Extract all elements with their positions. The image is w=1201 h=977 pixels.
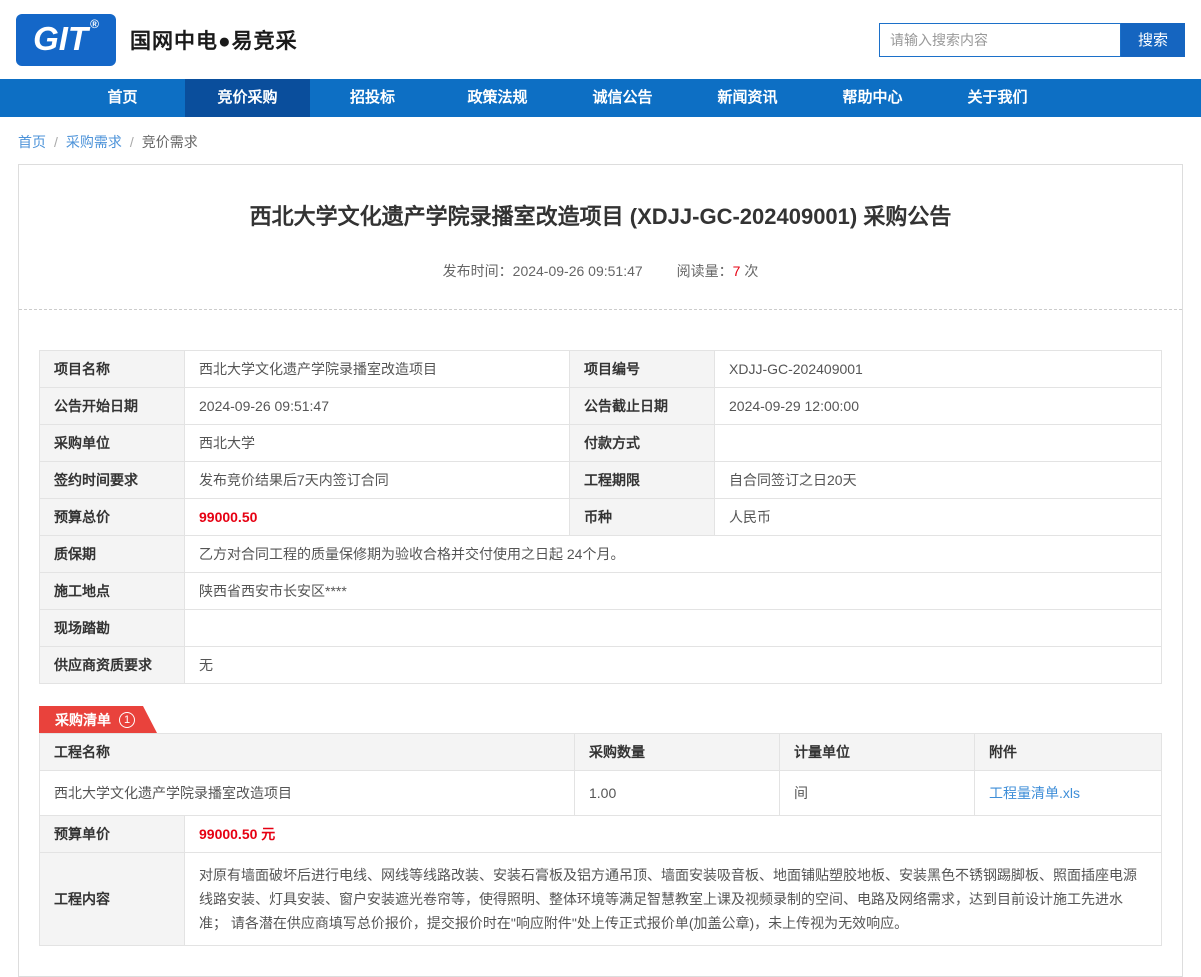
table-row: 施工地点 陕西省西安市长安区**** bbox=[40, 573, 1162, 610]
table-row: 签约时间要求 发布竞价结果后7天内签订合同 工程期限 自合同签订之日20天 bbox=[40, 462, 1162, 499]
table-row: 采购单位 西北大学 付款方式 bbox=[40, 425, 1162, 462]
field-label: 项目编号 bbox=[570, 351, 715, 388]
field-label: 质保期 bbox=[40, 536, 185, 573]
column-header-name: 工程名称 bbox=[40, 734, 575, 771]
work-content-value: 对原有墙面破坏后进行电线、网线等线路改装、安装石膏板及铝方通吊顶、墙面安装吸音板… bbox=[185, 853, 1162, 946]
main-nav: 首页 竞价采购 招投标 政策法规 诚信公告 新闻资讯 帮助中心 关于我们 bbox=[0, 79, 1201, 117]
table-row: 预算单价 99000.50 元 bbox=[40, 816, 1162, 853]
table-row: 预算总价 99000.50 币种 人民币 bbox=[40, 499, 1162, 536]
table-row: 公告开始日期 2024-09-26 09:51:47 公告截止日期 2024-0… bbox=[40, 388, 1162, 425]
read-count-unit: 次 bbox=[744, 263, 758, 279]
column-header-attachment: 附件 bbox=[975, 734, 1162, 771]
search-input[interactable] bbox=[879, 23, 1121, 57]
quantity-cell: 1.00 bbox=[575, 771, 780, 816]
field-value: 乙方对合同工程的质量保修期为验收合格并交付使用之日起 24个月。 bbox=[185, 536, 1162, 573]
project-name-cell: 西北大学文化遗产学院录播室改造项目 bbox=[40, 771, 575, 816]
table-row: 项目名称 西北大学文化遗产学院录播室改造项目 项目编号 XDJJ-GC-2024… bbox=[40, 351, 1162, 388]
field-value: 西北大学 bbox=[185, 425, 570, 462]
field-value: 陕西省西安市长安区**** bbox=[185, 573, 1162, 610]
breadcrumb-current: 竞价需求 bbox=[142, 134, 198, 150]
field-value bbox=[185, 610, 1162, 647]
field-value bbox=[715, 425, 1162, 462]
field-label: 公告开始日期 bbox=[40, 388, 185, 425]
field-value: 西北大学文化遗产学院录播室改造项目 bbox=[185, 351, 570, 388]
field-label: 施工地点 bbox=[40, 573, 185, 610]
table-header-row: 工程名称 采购数量 计量单位 附件 bbox=[40, 734, 1162, 771]
table-row: 西北大学文化遗产学院录播室改造项目 1.00 间 工程量清单.xls bbox=[40, 771, 1162, 816]
table-row: 质保期 乙方对合同工程的质量保修期为验收合格并交付使用之日起 24个月。 bbox=[40, 536, 1162, 573]
article-meta: 发布时间：2024-09-26 09:51:47 阅读量：7 次 bbox=[49, 261, 1152, 281]
field-label: 币种 bbox=[570, 499, 715, 536]
table-row: 工程内容 对原有墙面破坏后进行电线、网线等线路改装、安装石膏板及铝方通吊顶、墙面… bbox=[40, 853, 1162, 946]
nav-item-integrity-notice[interactable]: 诚信公告 bbox=[560, 79, 685, 117]
field-value: XDJJ-GC-202409001 bbox=[715, 351, 1162, 388]
announcement-panel: 西北大学文化遗产学院录播室改造项目 (XDJJ-GC-202409001) 采购… bbox=[18, 164, 1183, 977]
column-header-quantity: 采购数量 bbox=[575, 734, 780, 771]
work-content-label: 工程内容 bbox=[40, 853, 185, 946]
field-value: 2024-09-29 12:00:00 bbox=[715, 388, 1162, 425]
site-logo[interactable]: GIT® bbox=[16, 14, 116, 66]
breadcrumb: 首页 / 采购需求 / 竞价需求 bbox=[0, 117, 1201, 164]
nav-item-news[interactable]: 新闻资讯 bbox=[685, 79, 810, 117]
registered-mark-icon: ® bbox=[90, 14, 99, 34]
field-label: 项目名称 bbox=[40, 351, 185, 388]
field-label: 公告截止日期 bbox=[570, 388, 715, 425]
publish-time-value: 2024-09-26 09:51:47 bbox=[513, 263, 643, 279]
purchase-list-badge-label: 采购清单 bbox=[55, 710, 111, 730]
purchase-list-count-badge: 1 bbox=[119, 712, 135, 728]
search-bar: 搜索 bbox=[879, 23, 1185, 57]
attachment-link[interactable]: 工程量清单.xls bbox=[989, 785, 1080, 801]
page-title: 西北大学文化遗产学院录播室改造项目 (XDJJ-GC-202409001) 采购… bbox=[49, 199, 1152, 231]
column-header-unit: 计量单位 bbox=[780, 734, 975, 771]
nav-item-home[interactable]: 首页 bbox=[60, 79, 185, 117]
read-count-label: 阅读量： bbox=[677, 263, 733, 279]
unit-cell: 间 bbox=[780, 771, 975, 816]
purchase-list-badge: 采购清单 1 bbox=[39, 706, 157, 733]
nav-item-policies[interactable]: 政策法规 bbox=[435, 79, 560, 117]
page-header: GIT® 国网中电●易竞采 搜索 bbox=[0, 0, 1201, 79]
field-label: 供应商资质要求 bbox=[40, 647, 185, 684]
article-header: 西北大学文化遗产学院录播室改造项目 (XDJJ-GC-202409001) 采购… bbox=[19, 165, 1182, 310]
budget-unit-price-label: 预算单价 bbox=[40, 816, 185, 853]
purchase-list-table: 工程名称 采购数量 计量单位 附件 西北大学文化遗产学院录播室改造项目 1.00… bbox=[39, 733, 1162, 946]
nav-item-tendering[interactable]: 招投标 bbox=[310, 79, 435, 117]
field-value: 2024-09-26 09:51:47 bbox=[185, 388, 570, 425]
table-row: 供应商资质要求 无 bbox=[40, 647, 1162, 684]
breadcrumb-separator: / bbox=[54, 134, 58, 150]
budget-unit-price-value: 99000.50 元 bbox=[185, 816, 1162, 853]
breadcrumb-purchase-demand[interactable]: 采购需求 bbox=[66, 134, 122, 150]
field-label: 签约时间要求 bbox=[40, 462, 185, 499]
publish-time-label: 发布时间： bbox=[443, 263, 513, 279]
nav-item-help-center[interactable]: 帮助中心 bbox=[810, 79, 935, 117]
field-label: 工程期限 bbox=[570, 462, 715, 499]
nav-item-about-us[interactable]: 关于我们 bbox=[935, 79, 1060, 117]
field-label: 现场踏勘 bbox=[40, 610, 185, 647]
brand-title: 国网中电●易竞采 bbox=[130, 25, 298, 55]
field-label: 预算总价 bbox=[40, 499, 185, 536]
budget-total-value: 99000.50 bbox=[185, 499, 570, 536]
read-count-value: 7 bbox=[733, 263, 741, 279]
nav-item-bidding-purchase[interactable]: 竞价采购 bbox=[185, 79, 310, 117]
field-label: 付款方式 bbox=[570, 425, 715, 462]
table-row: 现场踏勘 bbox=[40, 610, 1162, 647]
field-value: 人民币 bbox=[715, 499, 1162, 536]
project-info-table: 项目名称 西北大学文化遗产学院录播室改造项目 项目编号 XDJJ-GC-2024… bbox=[39, 350, 1162, 684]
breadcrumb-home[interactable]: 首页 bbox=[18, 134, 46, 150]
field-value: 发布竞价结果后7天内签订合同 bbox=[185, 462, 570, 499]
field-value: 无 bbox=[185, 647, 1162, 684]
field-label: 采购单位 bbox=[40, 425, 185, 462]
logo-text: GIT bbox=[33, 14, 88, 64]
breadcrumb-separator: / bbox=[130, 134, 134, 150]
search-button[interactable]: 搜索 bbox=[1121, 23, 1185, 57]
field-value: 自合同签订之日20天 bbox=[715, 462, 1162, 499]
